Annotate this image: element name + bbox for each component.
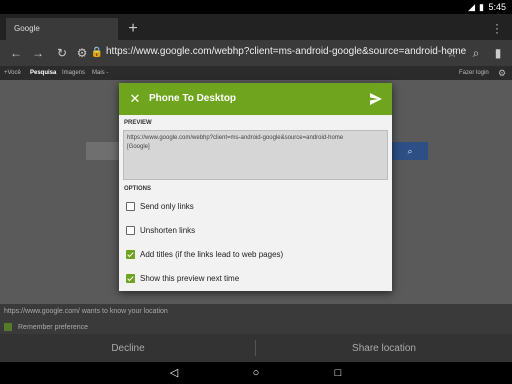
status-bar: ◢ ▮ 5:45 xyxy=(0,0,512,14)
status-time: 5:45 xyxy=(488,2,506,12)
back-icon[interactable]: ← xyxy=(8,45,24,61)
option-send-only-links[interactable]: Send only links xyxy=(126,199,194,213)
tab-strip: Google + · · · xyxy=(0,14,512,40)
reload-icon[interactable]: ↻ xyxy=(54,45,70,61)
battery-icon: ▮ xyxy=(479,2,484,12)
tab-title: Google xyxy=(14,24,40,33)
google-bar-item[interactable]: +Você xyxy=(4,70,21,76)
dialog-header: ✕ Phone To Desktop xyxy=(119,83,392,115)
option-label: Send only links xyxy=(140,201,194,211)
location-actions: Decline Share location xyxy=(0,334,512,362)
forward-icon[interactable]: → xyxy=(30,45,46,61)
browser-toolbar: ← → ↻ ⚙ 🔒 https://www.google.com/webhp?c… xyxy=(0,40,512,66)
checkbox-checked[interactable] xyxy=(126,273,135,283)
phone-to-desktop-dialog: ✕ Phone To Desktop PREVIEW https://www.g… xyxy=(119,83,392,291)
dialog-title: Phone To Desktop xyxy=(149,93,237,104)
share-location-button[interactable]: Share location xyxy=(256,343,512,354)
site-settings-icon[interactable]: ⚙ xyxy=(74,45,90,61)
preview-label: PREVIEW xyxy=(124,120,152,126)
option-label: Show this preview next time xyxy=(140,273,240,283)
options-label: OPTIONS xyxy=(124,186,152,192)
option-unshorten-links[interactable]: Unshorten links xyxy=(126,223,195,237)
remember-preference[interactable]: Remember preference xyxy=(4,323,88,331)
lock-icon: 🔒 xyxy=(90,47,104,58)
checkbox[interactable] xyxy=(126,201,135,211)
option-label: Add titles (if the links lead to web pag… xyxy=(140,249,284,259)
remember-label: Remember preference xyxy=(18,323,89,331)
checkbox[interactable] xyxy=(126,225,135,235)
new-tab-button[interactable]: + xyxy=(124,20,142,38)
decline-button[interactable]: Decline xyxy=(0,343,256,354)
overflow-menu-icon[interactable]: · · · xyxy=(494,18,500,38)
star-icon[interactable]: ☆ xyxy=(444,45,460,61)
google-bar-item[interactable]: Mais - xyxy=(92,70,108,76)
checkbox-checked[interactable] xyxy=(126,249,135,259)
google-bar: +Você Pesquisa Imagens Mais - Fazer logi… xyxy=(0,66,512,80)
nav-back-icon[interactable]: ◁ xyxy=(166,366,182,380)
browser-tab[interactable]: Google xyxy=(6,18,118,40)
nav-recents-icon[interactable]: □ xyxy=(330,366,346,380)
login-link[interactable]: Fazer login xyxy=(459,70,489,76)
close-icon[interactable]: ✕ xyxy=(127,91,143,107)
search-icon[interactable]: ⌕ xyxy=(468,45,484,61)
send-icon[interactable] xyxy=(368,91,384,107)
bookmark-icon[interactable]: ▮ xyxy=(490,45,506,61)
settings-icon[interactable]: ⚙ xyxy=(498,68,506,79)
google-bar-item[interactable]: Pesquisa xyxy=(30,70,56,76)
url-bar[interactable]: https://www.google.com/webhp?client=ms-a… xyxy=(106,46,466,57)
google-bar-item[interactable]: Imagens xyxy=(62,70,85,76)
option-show-preview[interactable]: Show this preview next time xyxy=(126,271,239,285)
google-search-button[interactable]: ⌕ xyxy=(392,142,428,160)
option-label: Unshorten links xyxy=(140,225,196,235)
signal-icon: ◢ xyxy=(468,2,476,12)
location-message: https://www.google.com/ wants to know yo… xyxy=(4,308,168,315)
option-add-titles[interactable]: Add titles (if the links lead to web pag… xyxy=(126,247,283,261)
nav-home-icon[interactable]: ○ xyxy=(248,366,264,380)
preview-content: https://www.google.com/webhp?client=ms-a… xyxy=(127,135,344,150)
remember-checkbox[interactable] xyxy=(4,323,12,331)
preview-text[interactable]: https://www.google.com/webhp?client=ms-a… xyxy=(123,130,388,180)
navigation-bar: ◁ ○ □ xyxy=(0,362,512,384)
